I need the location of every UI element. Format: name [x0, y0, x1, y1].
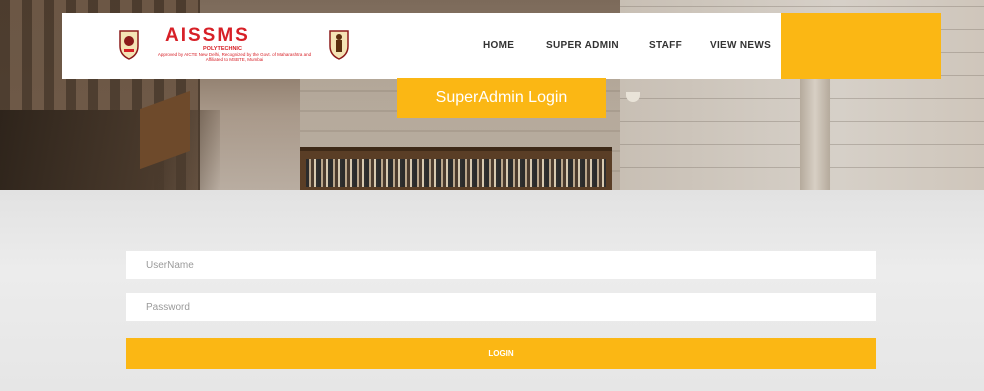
username-input[interactable]	[126, 251, 876, 279]
login-title: SuperAdmin Login	[397, 78, 606, 118]
brand-note: Approved by AICTE New Delhi, Recognized …	[157, 52, 312, 62]
brand-name: AISSMS	[165, 25, 250, 46]
nav-home[interactable]: HOME	[483, 40, 514, 51]
nav-staff[interactable]: STAFF	[649, 40, 682, 51]
login-button[interactable]: LOGIN	[126, 338, 876, 369]
site-logo[interactable]: AISSMS POLYTECHNIC Approved by AICTE New…	[112, 25, 349, 67]
bookcase	[300, 147, 612, 190]
password-input[interactable]	[126, 293, 876, 321]
college-crest-icon	[119, 30, 139, 60]
nav-super-admin[interactable]: SUPER ADMIN	[546, 40, 619, 51]
statue-emblem-icon	[329, 30, 349, 60]
site-header: AISSMS POLYTECHNIC Approved by AICTE New…	[62, 13, 941, 79]
header-accent-block	[781, 13, 941, 79]
nav-view-news[interactable]: VIEW NEWS	[710, 40, 771, 51]
bookcase-books	[306, 159, 606, 187]
stone-pillar	[800, 60, 830, 190]
